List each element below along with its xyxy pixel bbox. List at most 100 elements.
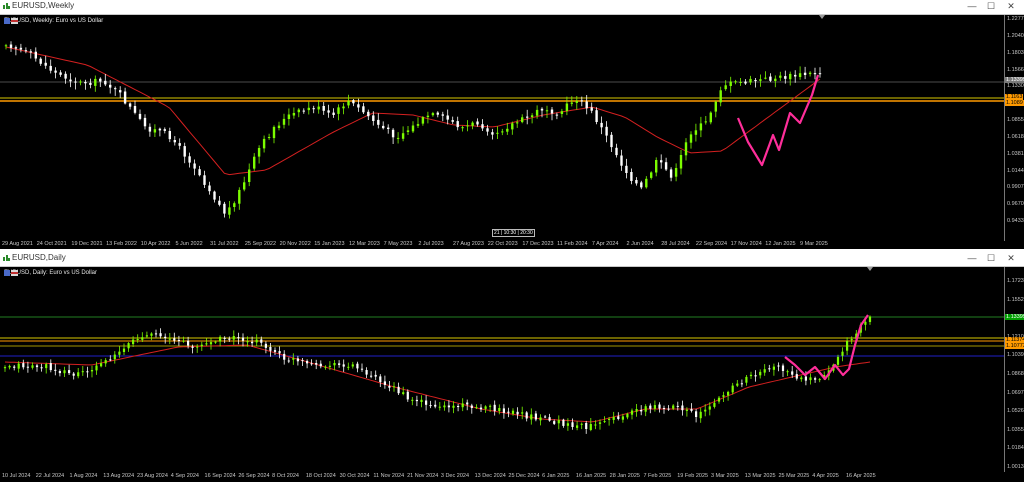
candle: [90, 365, 94, 378]
weekly-price-chart[interactable]: EURUSD, Weekly: Euro vs US Dollar 21 | 1…: [0, 15, 1004, 241]
date-label: 3 Dec 2024: [440, 473, 470, 479]
candle: [565, 96, 569, 116]
candle: [548, 413, 551, 422]
candle: [669, 167, 673, 182]
daily-price-chart[interactable]: EURUSD, Daily: Euro vs US Dollar: [0, 267, 1004, 472]
candle: [476, 118, 479, 127]
weekly-candles-plot[interactable]: [0, 15, 1004, 241]
candle: [625, 158, 628, 179]
weekly-chart-window[interactable]: EURUSD,Weekly — ☐ ✕ EURUSD, Weekly: Euro…: [0, 0, 1024, 249]
candle: [714, 100, 717, 118]
date-label: 3 Mar 2025: [710, 473, 739, 479]
orange-level-tag: 1.1089: [1005, 100, 1024, 106]
candle: [342, 359, 345, 372]
candle: [466, 120, 469, 132]
candle: [655, 157, 658, 177]
candle: [8, 364, 11, 370]
zigzag-indicator: [736, 74, 820, 167]
minimize-button[interactable]: —: [966, 1, 978, 12]
candle: [809, 373, 812, 385]
candle: [421, 116, 425, 126]
date-label: 9 Mar 2025: [800, 241, 828, 247]
candle: [471, 121, 474, 130]
price-label: 1.1803: [1007, 49, 1024, 56]
candle: [717, 396, 721, 404]
date-label: 31 Jul 2022: [210, 241, 239, 247]
close-button[interactable]: ✕: [1005, 1, 1017, 12]
candle: [763, 364, 766, 376]
candle: [379, 374, 382, 387]
date-label: 29 Aug 2021: [2, 241, 33, 247]
candle: [24, 47, 28, 54]
candle: [699, 116, 703, 138]
date-label: 10 Apr 2022: [140, 241, 171, 247]
candle: [297, 108, 300, 118]
candle: [233, 201, 236, 212]
daily-price-scale[interactable]: 1.172301.155201.138101.121001.103901.086…: [1004, 267, 1024, 472]
candle: [434, 400, 437, 409]
maximize-button[interactable]: ☐: [985, 1, 997, 12]
candle: [362, 102, 365, 114]
candle: [243, 176, 246, 192]
candle: [342, 103, 345, 115]
shift-marker-icon[interactable]: [819, 15, 825, 19]
candle: [255, 334, 258, 347]
candle: [630, 408, 634, 420]
date-label: 13 Aug 2024: [103, 473, 135, 479]
candle: [649, 403, 652, 414]
price-label: 0.9433: [1007, 218, 1024, 224]
candle: [502, 404, 505, 419]
date-label: 16 Jan 2025: [575, 473, 607, 479]
candle: [511, 121, 514, 135]
candle: [406, 389, 409, 402]
candle: [213, 190, 216, 203]
candle: [768, 364, 771, 372]
candle: [589, 418, 592, 432]
candle: [800, 375, 803, 382]
date-label: 6 Jan 2025: [542, 473, 570, 479]
price-label: 1.03550: [1007, 426, 1024, 433]
daily-titlebar[interactable]: EURUSD,Daily — ☐ ✕: [0, 252, 1024, 267]
crosshair-time-tooltip: 21 | 10:30 | 20:30: [492, 229, 535, 237]
daily-chart-window[interactable]: EURUSD,Daily — ☐ ✕ EURUSD, Daily: Euro v…: [0, 252, 1024, 482]
candle: [183, 142, 186, 164]
candle: [562, 418, 565, 428]
weekly-price-scale[interactable]: 1.22771.20401.18031.15661.13301.10931.08…: [1004, 15, 1024, 241]
candle: [188, 152, 191, 168]
price-label: 1.06970: [1007, 389, 1024, 396]
candle: [451, 116, 454, 124]
window-title: EURUSD,Daily: [12, 253, 66, 262]
candle: [267, 133, 271, 140]
candle: [58, 369, 61, 377]
candle: [387, 124, 390, 134]
candle: [154, 329, 158, 338]
candle: [580, 422, 583, 430]
close-button[interactable]: ✕: [1005, 253, 1017, 264]
candle: [269, 343, 272, 357]
candle: [138, 109, 142, 121]
candle: [679, 150, 683, 175]
candle: [571, 418, 574, 430]
weekly-titlebar[interactable]: EURUSD,Weekly — ☐ ✕: [0, 0, 1024, 15]
date-label: 15 Jan 2023: [314, 241, 345, 247]
candle: [54, 67, 57, 79]
minimize-button[interactable]: —: [966, 253, 978, 264]
candle: [40, 363, 43, 372]
daily-candles-plot[interactable]: [0, 267, 1004, 472]
candle: [645, 176, 648, 189]
weekly-time-scale[interactable]: 29 Aug 2021 24 Oct 2021 19 Dec 2021 13 Feb …: [0, 241, 1024, 249]
shift-marker-icon[interactable]: [867, 267, 873, 271]
candle: [759, 369, 762, 379]
maximize-button[interactable]: ☐: [985, 253, 997, 264]
moving-average-line: [4, 344, 871, 423]
candle: [644, 404, 647, 417]
candle: [791, 366, 794, 378]
symbol-flags-icon: [4, 270, 18, 276]
daily-time-scale[interactable]: 10 Jul 2024 22 Jul 2024 1 Aug 2024 13 Aug 2…: [0, 472, 1024, 482]
candle: [333, 360, 336, 371]
candle: [347, 94, 350, 109]
candle: [301, 358, 304, 366]
candle: [317, 100, 320, 114]
candle: [133, 100, 137, 115]
candle: [425, 395, 428, 411]
